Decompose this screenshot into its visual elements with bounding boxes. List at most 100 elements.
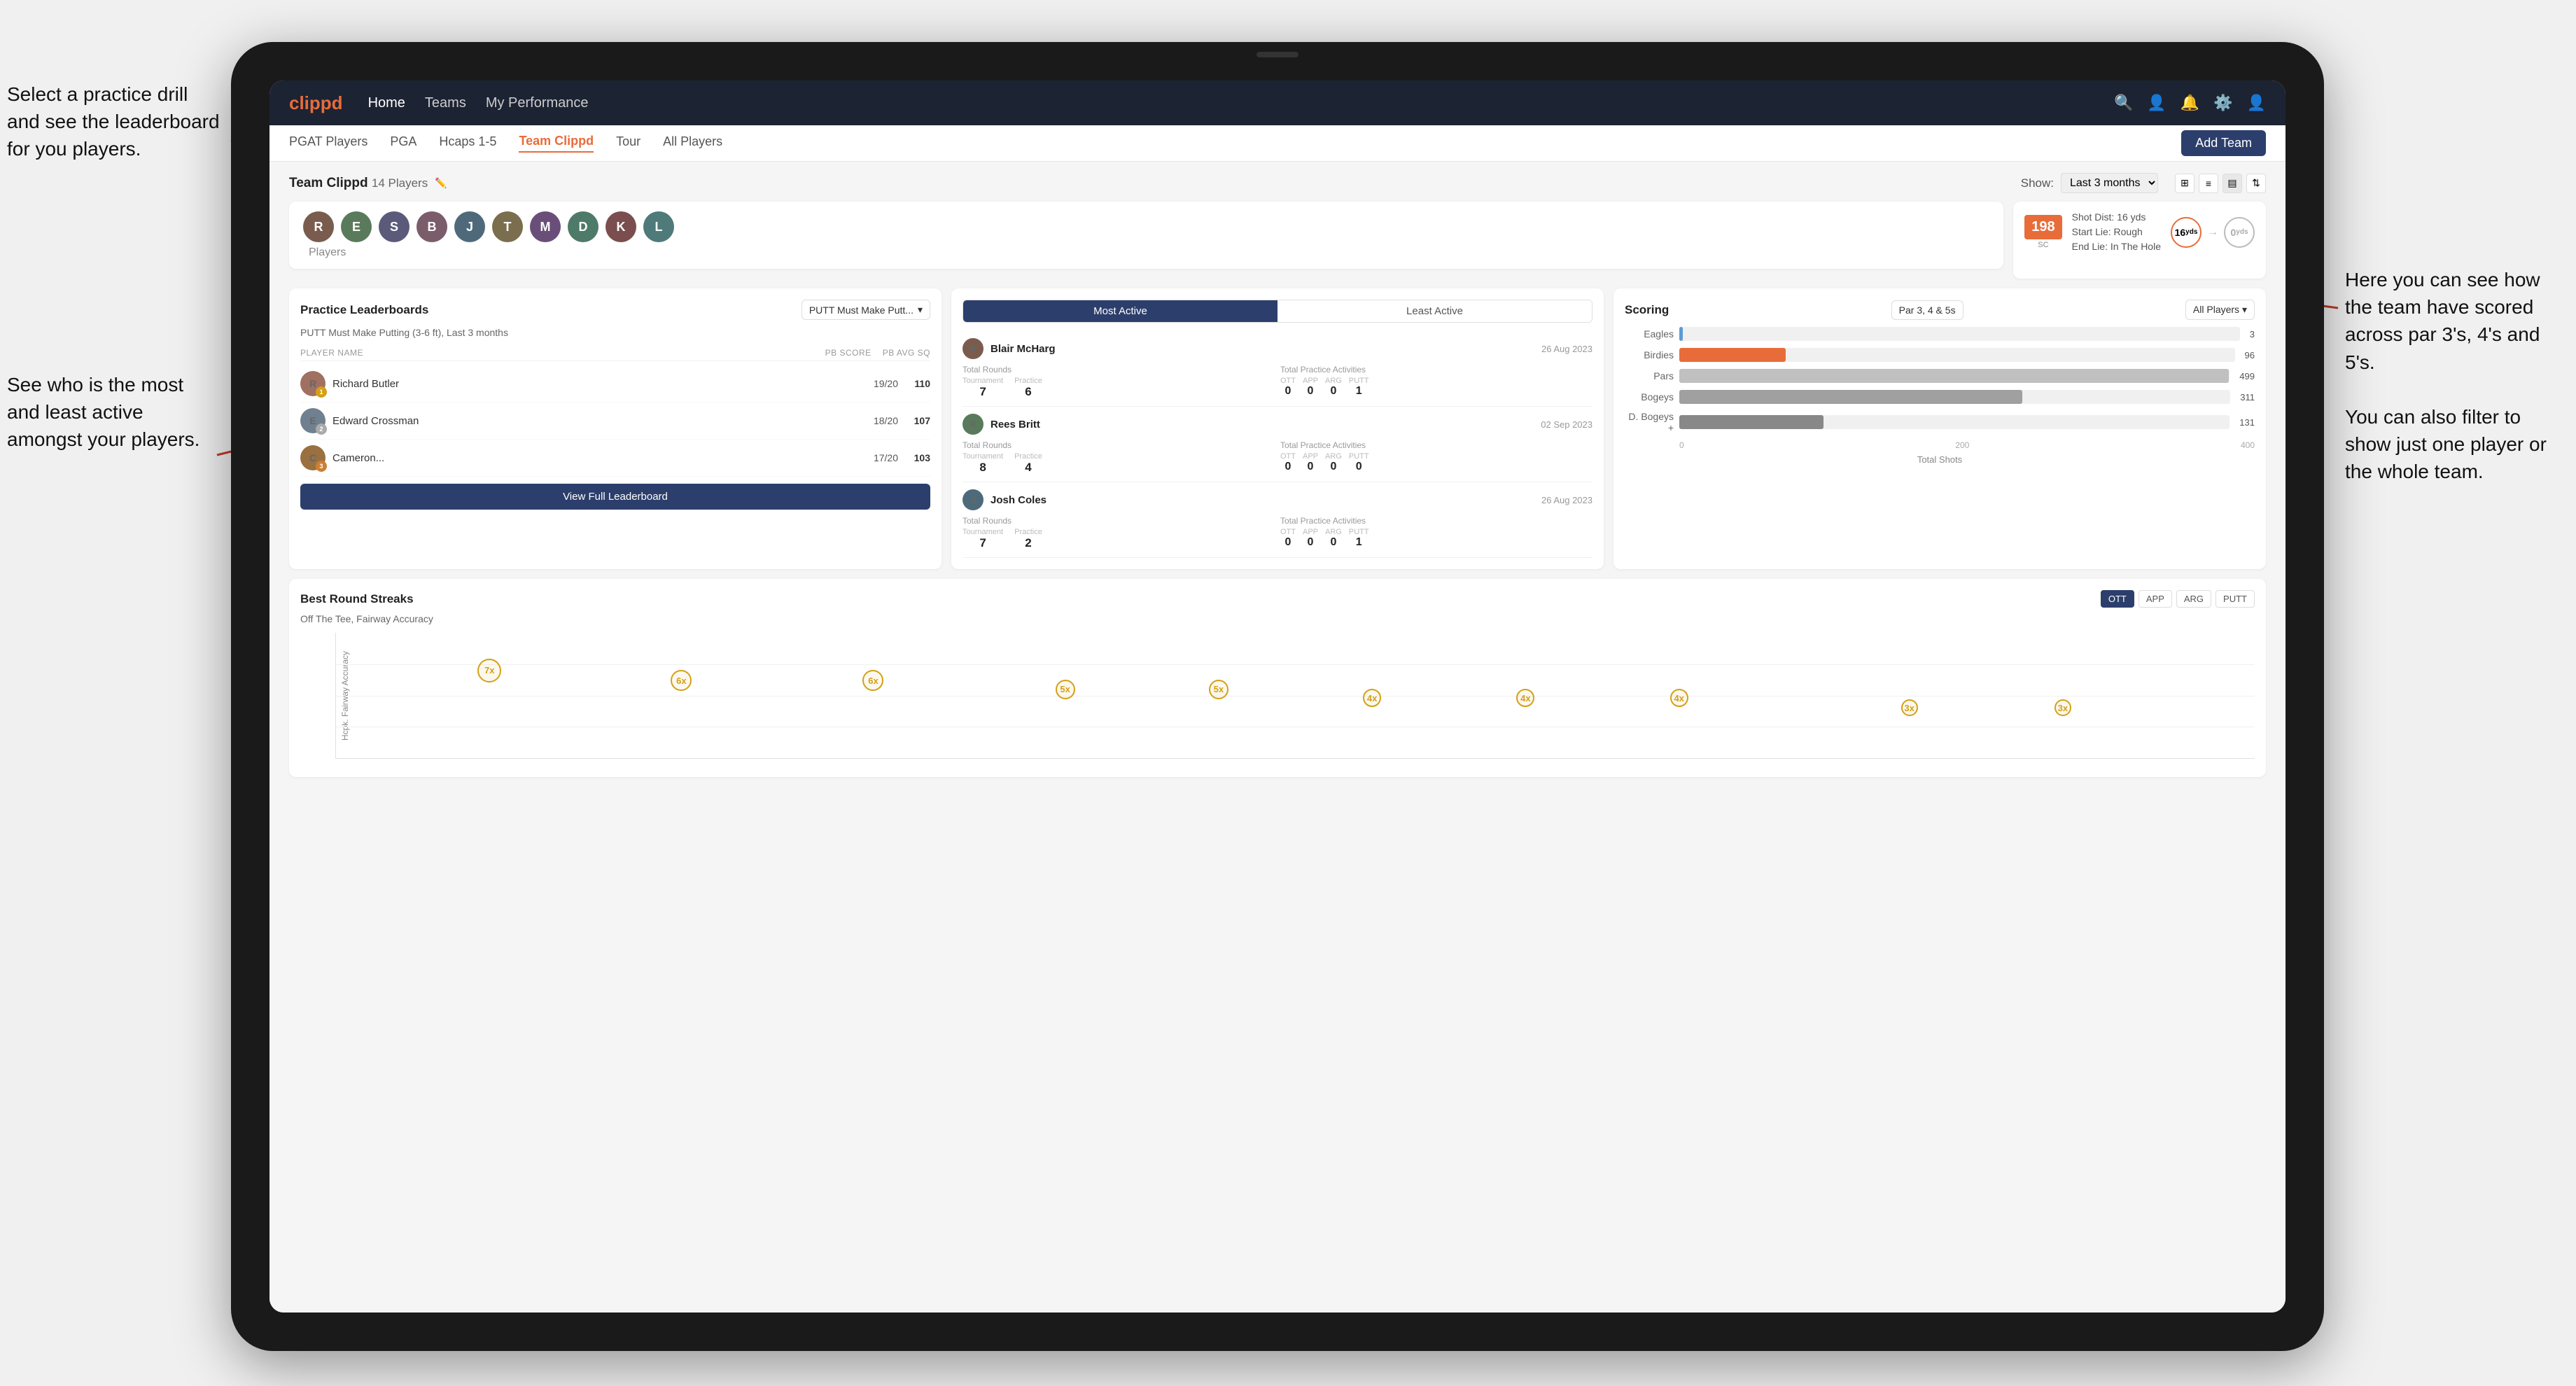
most-active-tab[interactable]: Most Active [963, 300, 1278, 322]
nav-my-performance[interactable]: My Performance [486, 95, 589, 111]
pa-tournament-col-3: Tournament 7 [962, 528, 1003, 550]
show-filter: Show: Last 3 months Last 6 months This y… [2021, 173, 2158, 193]
streaks-title: Best Round Streaks [300, 592, 414, 606]
search-icon[interactable]: 🔍 [2114, 94, 2133, 112]
settings-icon[interactable]: ⚙️ [2213, 94, 2232, 112]
pa-name-3: Josh Coles [990, 494, 1534, 506]
leaderboard-dropdown[interactable]: PUTT Must Make Putt... ▾ [802, 300, 930, 320]
par-filter-button[interactable]: Par 3, 4 & 5s [1891, 300, 1963, 320]
streaks-header: Best Round Streaks OTT APP ARG PUTT [300, 590, 2255, 608]
nav-icons: 🔍 👤 🔔 ⚙️ 👤 [2114, 94, 2266, 112]
pa-arg-2: ARG0 [1325, 452, 1342, 473]
main-content: Team Clippd 14 Players ✏️ Show: Last 3 m… [270, 162, 2286, 1312]
bar-val-dbogeys: 131 [2239, 417, 2255, 428]
shot-info-card: 198 SC Shot Dist: 16 yds Start Lie: Roug… [2013, 202, 2266, 279]
activity-card: Most Active Least Active B Blair McHarg … [951, 288, 1604, 569]
subnav-pga[interactable]: PGA [390, 134, 416, 152]
pa-header-2: R Rees Britt 02 Sep 2023 [962, 414, 1592, 435]
bar-fill-pars [1679, 369, 2229, 383]
add-team-button[interactable]: Add Team [2181, 130, 2266, 156]
least-active-tab[interactable]: Least Active [1278, 300, 1592, 322]
bar-val-birdies: 96 [2245, 350, 2255, 360]
pa-putt-2: PUTT0 [1349, 452, 1369, 473]
streak-btn-arg[interactable]: ARG [2176, 590, 2211, 608]
pa-practice-col-1: Practice 6 [1014, 377, 1042, 399]
streaks-section: Best Round Streaks OTT APP ARG PUTT Off … [289, 579, 2266, 777]
avatar-4[interactable]: B [416, 211, 447, 242]
shot-circle-1: 16 yds [2171, 217, 2202, 248]
shot-end-lie: End Lie: In The Hole [2072, 239, 2161, 254]
avatar-5[interactable]: J [454, 211, 485, 242]
lb-avg-1: 110 [905, 378, 930, 389]
streak-btn-ott[interactable]: OTT [2101, 590, 2134, 608]
tablet-frame: clippd Home Teams My Performance 🔍 👤 🔔 ⚙… [231, 42, 2324, 1351]
edit-icon[interactable]: ✏️ [435, 177, 447, 189]
bar-chart: Eagles 3 Birdies 96 [1625, 327, 2255, 433]
players-filter-button[interactable]: All Players ▾ [2185, 300, 2255, 320]
subnav-tour[interactable]: Tour [616, 134, 640, 152]
x-label-200: 200 [1955, 440, 1969, 450]
grid-view-icon[interactable]: ⊞ [2175, 174, 2194, 193]
streak-btn-putt[interactable]: PUTT [2216, 590, 2255, 608]
pa-name-1: Blair McHarg [990, 343, 1534, 355]
avatar-3[interactable]: S [379, 211, 410, 242]
avatar-8[interactable]: D [568, 211, 598, 242]
subnav-hcaps[interactable]: Hcaps 1-5 [439, 134, 496, 152]
streak-btn-app[interactable]: APP [2138, 590, 2172, 608]
view-full-leaderboard-button[interactable]: View Full Leaderboard [300, 484, 930, 510]
sort-icon[interactable]: ⇅ [2246, 174, 2266, 193]
bubble-3x-2: 3x [2054, 699, 2071, 716]
lb-badge-2: 2 [316, 424, 327, 435]
annotation-right: Here you can see how the team have score… [2345, 266, 2569, 486]
bar-track-dbogeys [1679, 415, 2230, 429]
team-player-count: 14 Players [372, 176, 428, 190]
avatar-9[interactable]: K [606, 211, 636, 242]
nav-links: Home Teams My Performance [368, 95, 2114, 111]
card-view-icon[interactable]: ▤ [2222, 174, 2242, 193]
bar-track-eagles [1679, 327, 2240, 341]
bell-icon[interactable]: 🔔 [2180, 94, 2199, 112]
avatar-7[interactable]: M [530, 211, 561, 242]
pa-date-3: 26 Aug 2023 [1541, 495, 1592, 505]
chevron-down-icon: ▾ [918, 304, 923, 316]
user-avatar-icon[interactable]: 👤 [2247, 94, 2266, 112]
subnav-team-clippd[interactable]: Team Clippd [519, 134, 594, 153]
pa-activities-3: Total Practice Activities OTT0 APP0 ARG0… [1280, 516, 1592, 550]
pa-activities-2: Total Practice Activities OTT0 APP0 ARG0… [1280, 440, 1592, 475]
lb-avg-3: 103 [905, 452, 930, 463]
annotation-top-left: Select a practice drill and see the lead… [7, 80, 224, 163]
bar-val-bogeys: 311 [2240, 392, 2255, 402]
avatar-10[interactable]: L [643, 211, 674, 242]
streaks-subtitle: Off The Tee, Fairway Accuracy [300, 613, 2255, 624]
pa-arg-1: ARG0 [1325, 377, 1342, 398]
pa-app-1: APP0 [1303, 377, 1318, 398]
activity-player-1: B Blair McHarg 26 Aug 2023 Total Rounds … [962, 331, 1592, 407]
shot-yards-2: 0 [2230, 227, 2236, 238]
nav-teams[interactable]: Teams [425, 95, 466, 111]
lb-avg-2: 107 [905, 415, 930, 426]
lb-name-3: Cameron... [332, 452, 856, 464]
yards-label-1: yds [2185, 228, 2197, 236]
pa-date-2: 02 Sep 2023 [1541, 419, 1592, 430]
bubble-6x-1: 6x [671, 670, 692, 691]
lb-name-2: Edward Crossman [332, 415, 856, 427]
time-period-select[interactable]: Last 3 months Last 6 months This year [2061, 173, 2158, 193]
nav-home[interactable]: Home [368, 95, 405, 111]
list-view-icon[interactable]: ≡ [2199, 174, 2218, 193]
pa-avatar-3: J [962, 489, 983, 510]
avatar-2[interactable]: E [341, 211, 372, 242]
players-section: R E S B J T M D K L Players [289, 202, 2003, 269]
person-icon[interactable]: 👤 [2147, 94, 2166, 112]
avatar-6[interactable]: T [492, 211, 523, 242]
pa-tournament-col-1: Tournament 7 [962, 377, 1003, 399]
scoring-title: Scoring [1625, 303, 1669, 317]
pa-rounds-1: Total Rounds Tournament 7 Practice 6 [962, 365, 1275, 399]
lb-row-1: R 1 Richard Butler 19/20 110 [300, 365, 930, 402]
bar-fill-eagles [1679, 327, 1683, 341]
leaderboard-table-header: PLAYER NAME PB SCORE PB AVG SQ [300, 345, 930, 361]
shot-number: 198 [2024, 215, 2062, 239]
leaderboard-title: Practice Leaderboards [300, 303, 428, 317]
avatar-1[interactable]: R [303, 211, 334, 242]
subnav-all-players[interactable]: All Players [663, 134, 722, 152]
subnav-pgat[interactable]: PGAT Players [289, 134, 368, 152]
